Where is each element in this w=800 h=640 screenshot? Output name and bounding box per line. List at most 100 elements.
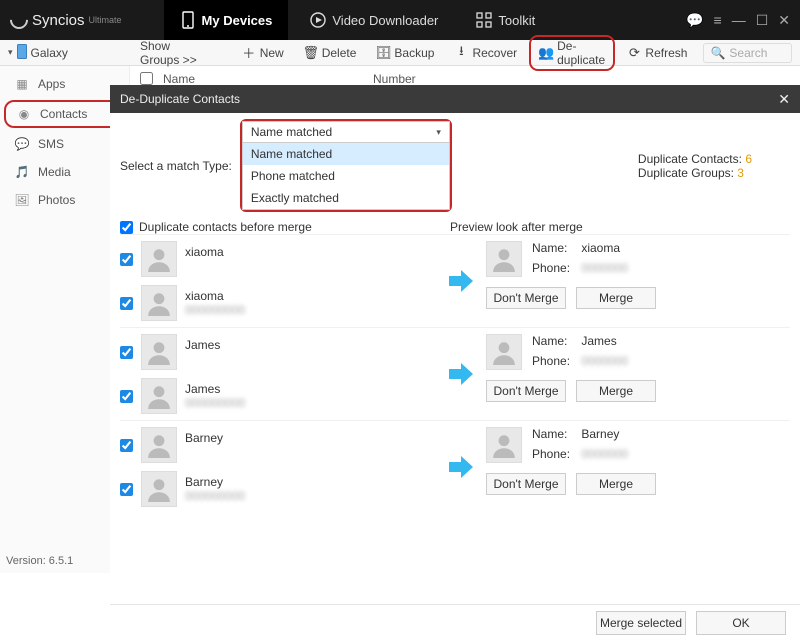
refresh-icon: ⟳ bbox=[627, 46, 641, 60]
match-type-select[interactable]: Name matched ▾ bbox=[242, 121, 450, 143]
merged-name: xiaoma bbox=[581, 241, 620, 255]
window-minimize[interactable]: — bbox=[732, 12, 746, 29]
merge-button[interactable]: Merge bbox=[576, 380, 656, 402]
select-all-duplicates-checkbox[interactable] bbox=[120, 221, 133, 234]
contact-phone-blurred: 000000000 bbox=[185, 303, 245, 317]
contacts-icon: ◉ bbox=[16, 106, 32, 122]
recover-button[interactable]: ⭳Recover bbox=[446, 43, 525, 63]
contact-checkbox[interactable] bbox=[120, 390, 133, 403]
match-option-phone[interactable]: Phone matched bbox=[243, 165, 449, 187]
merge-selected-button[interactable]: Merge selected bbox=[596, 611, 686, 635]
arrow-right-icon bbox=[440, 359, 480, 389]
photos-icon: 🖼 bbox=[14, 192, 30, 208]
avatar-icon bbox=[486, 241, 522, 277]
merged-name-label: Name: bbox=[532, 241, 578, 255]
match-type-label: Select a match Type: bbox=[120, 159, 232, 173]
chat-icon[interactable]: 💬 bbox=[686, 12, 703, 29]
new-button[interactable]: ＋New bbox=[234, 43, 292, 63]
dialog-title: De-Duplicate Contacts bbox=[120, 92, 240, 106]
version-label: Version: 6.5.1 bbox=[6, 555, 73, 567]
logo-icon bbox=[6, 7, 31, 32]
merged-phone-label: Phone: bbox=[532, 447, 578, 461]
merged-phone-blurred: 0000000 bbox=[581, 447, 628, 461]
contact-checkbox[interactable] bbox=[120, 346, 133, 359]
window-close[interactable]: ✕ bbox=[778, 12, 790, 29]
match-option-exact[interactable]: Exactly matched bbox=[243, 187, 449, 209]
arrow-right-icon bbox=[440, 266, 480, 296]
trash-icon: 🗑 bbox=[304, 46, 318, 60]
merged-name: James bbox=[581, 334, 616, 348]
dont-merge-button[interactable]: Don't Merge bbox=[486, 380, 566, 402]
dialog-close-button[interactable]: ✕ bbox=[778, 91, 790, 108]
merged-phone-blurred: 0000000 bbox=[581, 261, 628, 275]
merged-phone-blurred: 0000000 bbox=[581, 354, 628, 368]
merged-phone-label: Phone: bbox=[532, 261, 578, 275]
merged-name: Barney bbox=[581, 427, 619, 441]
backup-icon: 🗄 bbox=[376, 46, 390, 60]
avatar-icon bbox=[141, 285, 177, 321]
tab-toolkit-label: Toolkit bbox=[498, 13, 535, 28]
avatar-icon bbox=[141, 471, 177, 507]
delete-button[interactable]: 🗑Delete bbox=[296, 43, 365, 63]
dup-contacts-label: Duplicate Contacts: bbox=[638, 152, 742, 166]
ok-button[interactable]: OK bbox=[696, 611, 786, 635]
toolkit-icon bbox=[476, 12, 492, 28]
recover-icon: ⭳ bbox=[454, 46, 468, 60]
merged-phone-label: Phone: bbox=[532, 354, 578, 368]
column-number: Number bbox=[373, 72, 416, 86]
search-icon: 🔍 bbox=[710, 46, 725, 60]
show-groups-button[interactable]: Show Groups >> bbox=[132, 36, 218, 70]
sidebar-item-contacts[interactable]: ◉Contacts bbox=[4, 100, 125, 128]
device-icon bbox=[180, 12, 196, 28]
merge-button[interactable]: Merge bbox=[576, 473, 656, 495]
device-name: Galaxy bbox=[31, 46, 68, 60]
apps-icon: ▦ bbox=[14, 76, 30, 92]
window-maximize[interactable]: ☐ bbox=[756, 12, 769, 29]
before-merge-label: Duplicate contacts before merge bbox=[139, 220, 312, 234]
contact-checkbox[interactable] bbox=[120, 297, 133, 310]
merged-name-label: Name: bbox=[532, 334, 578, 348]
column-name: Name bbox=[163, 72, 363, 86]
contact-checkbox[interactable] bbox=[120, 483, 133, 496]
tab-my-devices[interactable]: My Devices bbox=[164, 0, 289, 40]
contact-name: xiaoma bbox=[185, 289, 245, 303]
search-placeholder: Search bbox=[729, 46, 767, 60]
tab-my-devices-label: My Devices bbox=[202, 13, 273, 28]
chevron-down-icon: ▾ bbox=[8, 47, 13, 58]
select-all-checkbox[interactable] bbox=[140, 72, 153, 85]
merged-name-label: Name: bbox=[532, 427, 578, 441]
dup-contacts-count: 6 bbox=[745, 152, 752, 166]
contact-checkbox[interactable] bbox=[120, 253, 133, 266]
dont-merge-button[interactable]: Don't Merge bbox=[486, 287, 566, 309]
media-icon: 🎵 bbox=[14, 164, 30, 180]
merge-button[interactable]: Merge bbox=[576, 287, 656, 309]
menu-icon[interactable]: ≡ bbox=[714, 12, 722, 29]
tab-video-downloader[interactable]: Video Downloader bbox=[294, 0, 454, 40]
brand-edition: Ultimate bbox=[89, 15, 122, 25]
dont-merge-button[interactable]: Don't Merge bbox=[486, 473, 566, 495]
phone-icon bbox=[17, 44, 27, 62]
backup-button[interactable]: 🗄Backup bbox=[368, 43, 442, 63]
device-selector[interactable]: ▾ Galaxy bbox=[8, 44, 128, 62]
avatar-icon bbox=[141, 241, 177, 277]
avatar-icon bbox=[141, 378, 177, 414]
contact-name: Barney bbox=[185, 475, 245, 489]
refresh-button[interactable]: ⟳Refresh bbox=[619, 43, 695, 63]
match-option-name[interactable]: Name matched bbox=[243, 143, 449, 165]
contact-name: James bbox=[185, 338, 220, 352]
contact-name: James bbox=[185, 382, 245, 396]
after-merge-label: Preview look after merge bbox=[450, 220, 790, 234]
search-input[interactable]: 🔍 Search bbox=[703, 43, 792, 63]
contact-checkbox[interactable] bbox=[120, 439, 133, 452]
plus-icon: ＋ bbox=[242, 46, 256, 60]
avatar-icon bbox=[486, 334, 522, 370]
dup-groups-count: 3 bbox=[737, 166, 744, 180]
contact-phone-blurred: 000000000 bbox=[185, 396, 245, 410]
avatar-icon bbox=[141, 427, 177, 463]
dup-groups-label: Duplicate Groups: bbox=[638, 166, 734, 180]
contact-name: Barney bbox=[185, 431, 223, 445]
brand-name: Syncios bbox=[32, 12, 85, 29]
tab-video-downloader-label: Video Downloader bbox=[332, 13, 438, 28]
chevron-down-icon: ▾ bbox=[436, 127, 441, 138]
play-circle-icon bbox=[310, 12, 326, 28]
